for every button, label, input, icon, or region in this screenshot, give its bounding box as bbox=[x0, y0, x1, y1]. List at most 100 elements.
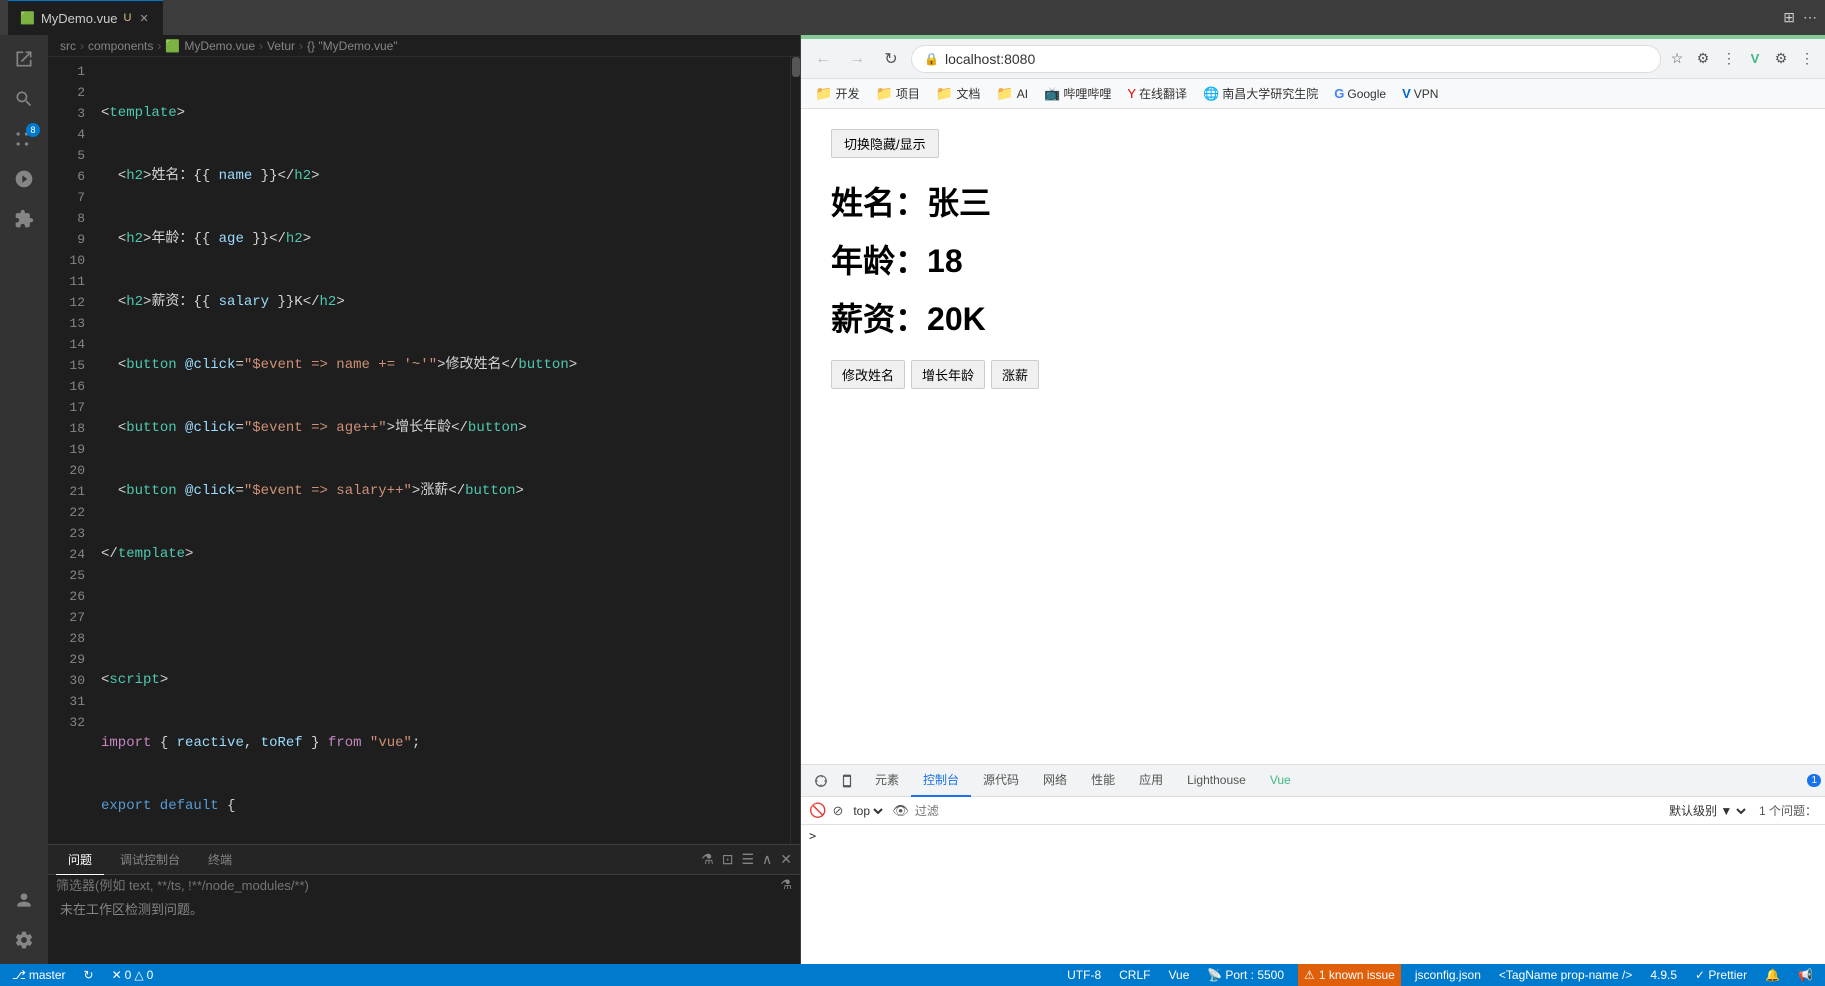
errors-item[interactable]: ✕ 0 △ 0 bbox=[108, 968, 158, 982]
breadcrumb-obj[interactable]: {} "MyDemo.vue" bbox=[307, 39, 398, 53]
breadcrumb-vetur[interactable]: Vetur bbox=[267, 39, 295, 53]
devtools-tab-performance[interactable]: 性能 bbox=[1079, 765, 1127, 797]
forward-button[interactable]: → bbox=[843, 45, 871, 73]
sync-icon: ↻ bbox=[84, 968, 94, 982]
bookmark-google[interactable]: G Google bbox=[1328, 84, 1392, 103]
bookmark-label-5: 哔哩哔哩 bbox=[1063, 85, 1111, 102]
tag-name-item[interactable]: <TagName prop-name /> bbox=[1495, 968, 1636, 982]
encoding-item[interactable]: UTF-8 bbox=[1063, 968, 1105, 982]
devtools-tab-application[interactable]: 应用 bbox=[1127, 765, 1175, 797]
status-bar-left: ⎇ master ↻ ✕ 0 △ 0 bbox=[8, 968, 157, 982]
jsconfig-item[interactable]: jsconfig.json bbox=[1411, 968, 1485, 982]
bookmarks-bar: 📁 开发 📁 项目 📁 文档 📁 AI 📺 哔哩哔哩 bbox=[801, 79, 1825, 109]
sync-item[interactable]: ↻ bbox=[80, 968, 98, 982]
editor-scrollbar[interactable] bbox=[790, 57, 800, 844]
devtools-tab-console[interactable]: 控制台 bbox=[911, 765, 971, 797]
active-tab[interactable]: 🟩 MyDemo.vue U ✕ bbox=[8, 0, 163, 35]
problems-filter-input[interactable] bbox=[56, 878, 772, 893]
extensions-icon[interactable] bbox=[8, 203, 40, 235]
wrap-icon[interactable]: ⊡ bbox=[722, 851, 734, 868]
devtools-context-selector[interactable]: top bbox=[849, 803, 886, 819]
browser-panel: ← → ↻ 🔒 localhost:8080 ☆ ⚙ ⋮ V ⚙ ⋮ bbox=[800, 35, 1825, 964]
tab-problems[interactable]: 问题 bbox=[56, 845, 104, 875]
browser-more-icon[interactable]: ⋮ bbox=[1797, 49, 1817, 69]
close-panel-icon[interactable]: ✕ bbox=[780, 851, 792, 868]
settings-icon[interactable] bbox=[8, 924, 40, 956]
port-item[interactable]: 📡 Port : 5500 bbox=[1203, 968, 1288, 982]
folder-icon: 📁 bbox=[815, 85, 832, 102]
address-bar[interactable]: 🔒 localhost:8080 bbox=[911, 45, 1661, 73]
toggle-button[interactable]: 切换隐藏/显示 bbox=[831, 129, 939, 158]
devtools-tab-elements[interactable]: 元素 bbox=[863, 765, 911, 797]
split-editor-icon[interactable]: ⊞ bbox=[1783, 9, 1795, 26]
tab-debug-console[interactable]: 调试控制台 bbox=[108, 845, 192, 875]
bookmark-bilibili[interactable]: 📺 哔哩哔哩 bbox=[1038, 83, 1117, 104]
console-arrow[interactable]: > bbox=[809, 829, 816, 843]
devtools-tab-lighthouse[interactable]: Lighthouse bbox=[1175, 765, 1258, 797]
bookmark-label-4: AI bbox=[1017, 87, 1028, 101]
explorer-icon[interactable] bbox=[8, 43, 40, 75]
bookmark-label-7: 南昌大学研究生院 bbox=[1222, 85, 1318, 102]
line-ending-text: CRLF bbox=[1119, 968, 1150, 982]
browser-menu-icon[interactable]: ⋮ bbox=[1719, 49, 1739, 69]
bookmark-vpn[interactable]: V VPN bbox=[1396, 84, 1444, 103]
bookmark-ai[interactable]: 📁 AI bbox=[990, 83, 1034, 104]
more-actions-icon[interactable]: ⋯ bbox=[1803, 9, 1817, 26]
filter-icon[interactable]: ⚗ bbox=[701, 851, 714, 868]
bookmark-project[interactable]: 📁 项目 bbox=[869, 83, 925, 104]
prettier-item[interactable]: ✓ Prettier bbox=[1691, 968, 1751, 982]
devtools-eye-icon[interactable]: 👁 bbox=[892, 803, 909, 819]
folder-icon-2: 📁 bbox=[875, 85, 892, 102]
account-icon[interactable] bbox=[8, 884, 40, 916]
raise-salary-button[interactable]: 涨薪 bbox=[991, 360, 1039, 389]
known-issue-item[interactable]: ⚠ 1 known issue bbox=[1298, 964, 1401, 986]
back-button[interactable]: ← bbox=[809, 45, 837, 73]
bookmark-kaifa[interactable]: 📁 开发 bbox=[809, 83, 865, 104]
search-icon[interactable] bbox=[8, 83, 40, 115]
bookmark-label-8: Google bbox=[1347, 87, 1386, 101]
devtools-console-clear-icon[interactable]: 🚫 bbox=[809, 802, 826, 819]
vue-extension-icon[interactable]: V bbox=[1745, 49, 1765, 69]
run-debug-icon[interactable] bbox=[8, 163, 40, 195]
bookmark-star-icon[interactable]: ☆ bbox=[1667, 49, 1687, 69]
bookmark-ncu[interactable]: 🌐 南昌大学研究生院 bbox=[1197, 83, 1324, 104]
notifications-icon-item[interactable]: 🔔 bbox=[1761, 968, 1784, 982]
devtools-level-selector[interactable]: 默认级别 ▼ bbox=[1665, 803, 1749, 819]
increase-age-button[interactable]: 增长年龄 bbox=[911, 360, 985, 389]
collapse-icon[interactable]: ☰ bbox=[741, 851, 754, 868]
devtools-tab-sources[interactable]: 源代码 bbox=[971, 765, 1031, 797]
bookmark-translate[interactable]: Y 在线翻译 bbox=[1121, 83, 1193, 104]
source-control-icon[interactable] bbox=[8, 123, 40, 155]
expand-icon[interactable]: ∧ bbox=[762, 851, 772, 868]
bookmark-doc[interactable]: 📁 文档 bbox=[930, 83, 986, 104]
panel-actions: ⚗ ⊡ ☰ ∧ ✕ bbox=[701, 851, 792, 868]
browser-settings-icon[interactable]: ⚙ bbox=[1771, 49, 1791, 69]
breadcrumb-components[interactable]: components bbox=[88, 39, 153, 53]
devtools-tab-network[interactable]: 网络 bbox=[1031, 765, 1079, 797]
tab-close-btn[interactable]: ✕ bbox=[137, 10, 150, 27]
tab-terminal[interactable]: 终端 bbox=[196, 845, 244, 875]
git-branch-item[interactable]: ⎇ master bbox=[8, 968, 70, 982]
breadcrumb-mydemovue[interactable]: MyDemo.vue bbox=[184, 39, 255, 53]
filter-action-icon[interactable]: ⚗ bbox=[780, 877, 792, 893]
error-icon: ✕ bbox=[112, 968, 122, 982]
problems-content: 未在工作区检测到问题。 bbox=[48, 895, 800, 964]
devtools-filter-input[interactable] bbox=[915, 804, 1659, 818]
extensions-menu-icon[interactable]: ⚙ bbox=[1693, 49, 1713, 69]
line-ending-item[interactable]: CRLF bbox=[1115, 968, 1154, 982]
change-name-button[interactable]: 修改姓名 bbox=[831, 360, 905, 389]
code-content[interactable]: <template> <h2>姓名：{{ name }}</h2> <h2>年龄… bbox=[93, 57, 790, 844]
code-editor[interactable]: 12345678 910111213141516 171819202122232… bbox=[48, 57, 800, 844]
language-item[interactable]: Vue bbox=[1164, 968, 1193, 982]
bookmark-label: 开发 bbox=[835, 85, 859, 102]
devtools-filter-icon[interactable]: ⊘ bbox=[832, 803, 843, 819]
reload-button[interactable]: ↻ bbox=[877, 45, 905, 73]
devtools-inspect-icon[interactable] bbox=[809, 769, 833, 793]
devtools-device-icon[interactable] bbox=[835, 769, 859, 793]
breadcrumb-src[interactable]: src bbox=[60, 39, 76, 53]
ncu-icon: 🌐 bbox=[1203, 86, 1219, 102]
broadcast-icon-item[interactable]: 📢 bbox=[1794, 968, 1817, 982]
git-branch-name: master bbox=[29, 968, 66, 982]
devtools-tab-vue[interactable]: Vue bbox=[1258, 765, 1303, 797]
version-item[interactable]: 4.9.5 bbox=[1646, 968, 1681, 982]
